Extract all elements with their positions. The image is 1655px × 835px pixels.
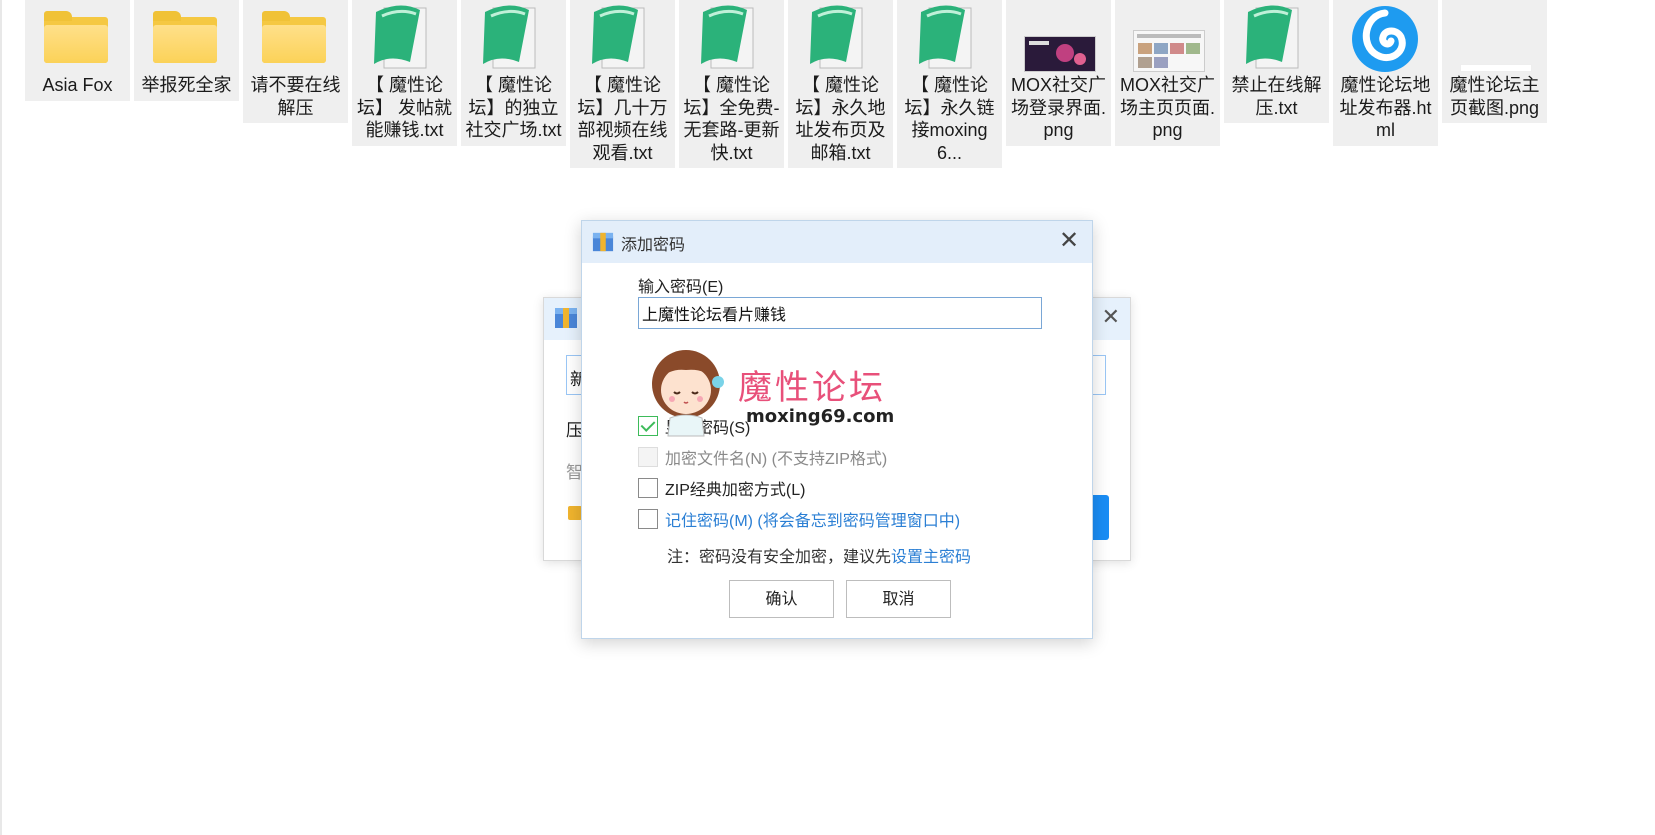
file-label: 【 魔性论坛】的独立社交广场.txt: [465, 75, 562, 140]
notepad-icon: [788, 0, 893, 74]
file-item-png[interactable]: MOX社交广场主页页面.png: [1115, 0, 1220, 146]
zip-classic-option[interactable]: ZIP经典加密方式(L): [638, 476, 805, 500]
file-label: MOX社交广场登录界面.png: [1010, 75, 1106, 140]
zip-classic-checkbox[interactable]: [638, 478, 658, 498]
notepad-icon: [1224, 0, 1329, 74]
file-label: 请不要在线解压: [250, 75, 341, 118]
file-label: Asia Fox: [42, 75, 113, 95]
file-item-txt[interactable]: 禁止在线解压.txt: [1224, 0, 1329, 123]
file-item-txt[interactable]: 【 魔性论坛】几十万部视频在线观看.txt: [570, 0, 675, 168]
notepad-icon: [897, 0, 1002, 74]
note-text: 注：密码没有安全加密，建议先: [667, 549, 892, 566]
show-password-option[interactable]: 显示密码(S): [638, 414, 750, 438]
file-item-txt[interactable]: 【 魔性论坛】的独立社交广场.txt: [461, 0, 566, 146]
file-label: 【 魔性论坛】几十万部视频在线观看.txt: [577, 75, 668, 163]
folder-icon: [25, 0, 130, 74]
password-input[interactable]: [638, 297, 1042, 329]
file-item-html[interactable]: 魔性论坛地址发布器.html: [1333, 0, 1438, 146]
file-grid: Asia Fox 举报死全家 请不要在线解压 【 魔性论坛】 发帖就能赚钱.tx…: [0, 0, 1655, 180]
show-password-checkbox[interactable]: [638, 416, 658, 436]
file-item-folder[interactable]: Asia Fox: [25, 0, 130, 101]
browser-icon: [1333, 0, 1438, 74]
file-item-txt[interactable]: 【 魔性论坛】 发帖就能赚钱.txt: [352, 0, 457, 146]
encrypt-filename-checkbox: [638, 447, 658, 467]
file-label: 【 魔性论坛】永久地址发布页及邮箱.txt: [795, 75, 886, 163]
file-item-folder[interactable]: 请不要在线解压: [243, 0, 348, 123]
show-password-label: 显示密码(S): [665, 420, 751, 437]
archive-box-icon: [555, 308, 577, 328]
file-label: 魔性论坛地址发布器.html: [1339, 75, 1432, 140]
zip-classic-label: ZIP经典加密方式(L): [665, 482, 806, 499]
cancel-button[interactable]: 取消: [846, 580, 951, 618]
notepad-icon: [679, 0, 784, 74]
remember-password-option[interactable]: 记住密码(M) (将会备忘到密码管理窗口中): [638, 507, 960, 531]
image-thumbnail-icon: [1006, 0, 1111, 74]
close-icon[interactable]: ✕: [1054, 226, 1084, 256]
file-item-png[interactable]: MOX社交广场登录界面.png: [1006, 0, 1111, 146]
file-item-txt[interactable]: 【 魔性论坛】永久地址发布页及邮箱.txt: [788, 0, 893, 168]
notepad-icon: [352, 0, 457, 74]
folder-icon: [243, 0, 348, 74]
remember-password-checkbox[interactable]: [638, 509, 658, 529]
file-label: 【 魔性论坛】永久链接moxing6...: [904, 75, 995, 163]
file-item-png[interactable]: 魔性论坛主页截图.png: [1442, 0, 1547, 123]
security-note: 注：密码没有安全加密，建议先设置主密码: [667, 543, 971, 567]
archive-box-icon: [592, 232, 614, 252]
notepad-icon: [461, 0, 566, 74]
set-master-password-link[interactable]: 设置主密码: [891, 549, 971, 566]
file-label: 【 魔性论坛】 发帖就能赚钱.txt: [356, 75, 452, 140]
confirm-button[interactable]: 确认: [729, 580, 834, 618]
file-label: 魔性论坛主页截图.png: [1449, 75, 1540, 118]
file-label: 举报死全家: [141, 75, 232, 95]
dialog-title: 添加密码: [621, 237, 686, 254]
lock-icon[interactable]: [568, 506, 582, 520]
encrypt-filename-label: 加密文件名(N) (不支持ZIP格式): [665, 451, 888, 468]
file-label: 禁止在线解压.txt: [1231, 75, 1322, 118]
encrypt-filename-option: 加密文件名(N) (不支持ZIP格式): [638, 445, 887, 469]
password-label: 输入密码(E): [638, 279, 724, 296]
close-icon[interactable]: ✕: [1102, 304, 1120, 330]
folder-icon: [134, 0, 239, 74]
dialog-header: 添加密码 ✕: [582, 221, 1092, 263]
file-item-folder[interactable]: 举报死全家: [134, 0, 239, 101]
notepad-icon: [570, 0, 675, 74]
file-item-txt[interactable]: 【 魔性论坛】永久链接moxing6...: [897, 0, 1002, 168]
file-item-txt[interactable]: 【 魔性论坛】全免费-无套路-更新快.txt: [679, 0, 784, 168]
image-thumbnail-icon: [1442, 0, 1547, 74]
file-label: MOX社交广场主页页面.png: [1119, 75, 1215, 140]
image-thumbnail-icon: [1115, 0, 1220, 74]
add-password-dialog: 添加密码 ✕ 输入密码(E) 显示密码(S) 加密文件名(N) (不支持ZIP格…: [581, 220, 1093, 639]
remember-password-label[interactable]: 记住密码(M) (将会备忘到密码管理窗口中): [665, 513, 960, 530]
file-label: 【 魔性论坛】全免费-无套路-更新快.txt: [683, 75, 780, 163]
